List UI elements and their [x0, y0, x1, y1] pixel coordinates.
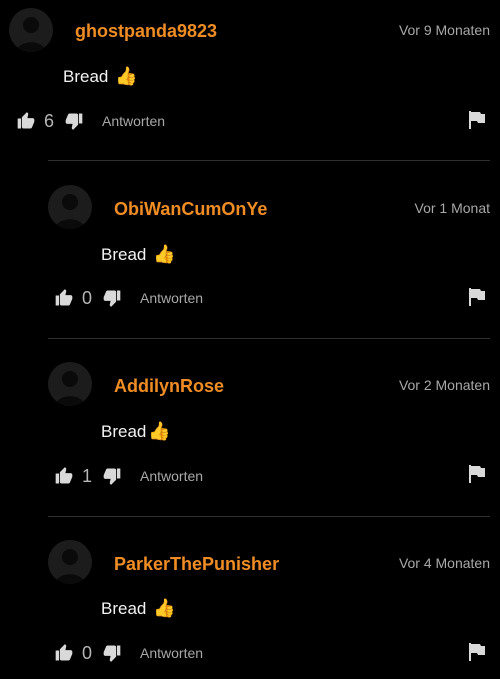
timestamp: Vor 2 Monaten: [398, 377, 490, 393]
like-button[interactable]: [54, 288, 74, 308]
like-count: 6: [44, 110, 55, 131]
report-button[interactable]: [468, 642, 486, 667]
reply-comment: ObiWanCumOnYe Vor 1 Monat Bread 👍 0 Antw…: [0, 178, 500, 338]
reply-button[interactable]: Antworten: [140, 645, 203, 661]
reply-button[interactable]: Antworten: [102, 113, 165, 129]
username[interactable]: ObiWanCumOnYe: [114, 199, 267, 220]
comment-text: Bread 👍: [101, 421, 171, 442]
user-silhouette-icon: [55, 194, 85, 229]
divider: [48, 516, 490, 517]
like-count: 0: [82, 287, 93, 308]
divider: [48, 160, 490, 161]
like-count: 1: [82, 465, 93, 486]
user-silhouette-icon: [55, 371, 85, 406]
thumbs-up-icon: [55, 467, 73, 484]
username[interactable]: ghostpanda9823: [75, 21, 217, 42]
report-button[interactable]: [468, 287, 486, 312]
dislike-button[interactable]: [102, 288, 122, 308]
report-button[interactable]: [468, 110, 486, 135]
reply-comment: ParkerThePunisher Vor 4 Monaten Bread 👍 …: [0, 533, 500, 679]
avatar[interactable]: [48, 540, 92, 584]
thumbs-down-icon: [65, 113, 83, 130]
reply-button[interactable]: Antworten: [140, 468, 203, 484]
user-silhouette-icon: [16, 17, 46, 52]
username[interactable]: ParkerThePunisher: [114, 554, 279, 575]
like-button[interactable]: [54, 643, 74, 663]
like-button[interactable]: [16, 111, 36, 131]
avatar[interactable]: [9, 8, 53, 52]
dislike-button[interactable]: [64, 111, 84, 131]
thumbs-up-emoji: 👍: [115, 66, 138, 87]
flag-icon: [469, 111, 485, 129]
comment: ghostpanda9823 Vor 9 Monaten Bread 👍 6 A…: [0, 0, 500, 160]
username[interactable]: AddilynRose: [114, 376, 224, 397]
like-button[interactable]: [54, 466, 74, 486]
comment-actions: 0 Antworten: [54, 641, 203, 665]
thumbs-up-icon: [55, 289, 73, 306]
timestamp: Vor 1 Monat: [414, 200, 491, 216]
timestamp: Vor 9 Monaten: [398, 22, 490, 38]
like-count: 0: [82, 642, 93, 663]
divider: [48, 338, 490, 339]
thumbs-up-emoji: 👍: [148, 421, 171, 442]
report-button[interactable]: [468, 464, 486, 489]
thumbs-up-emoji: 👍: [153, 598, 176, 619]
comment-text-content: Bread: [63, 67, 114, 86]
thumbs-up-icon: [17, 112, 35, 129]
thumbs-down-icon: [103, 645, 121, 662]
reply-button[interactable]: Antworten: [140, 290, 203, 306]
flag-icon: [469, 465, 485, 483]
comment-text-content: Bread: [101, 599, 152, 618]
comment-text-content: Bread: [101, 245, 152, 264]
avatar[interactable]: [48, 185, 92, 229]
dislike-button[interactable]: [102, 643, 122, 663]
comment-actions: 1 Antworten: [54, 464, 203, 488]
thumbs-down-icon: [103, 290, 121, 307]
comment-text: Bread 👍: [101, 598, 176, 619]
comment-text-content: Bread: [101, 422, 147, 441]
thumbs-up-emoji: 👍: [153, 244, 176, 265]
thumbs-up-icon: [55, 644, 73, 661]
timestamp: Vor 4 Monaten: [398, 555, 490, 571]
comment-actions: 6 Antworten: [16, 109, 165, 133]
comment-text: Bread 👍: [101, 244, 176, 265]
comment-text: Bread 👍: [63, 66, 138, 87]
reply-comment: AddilynRose Vor 2 Monaten Bread 👍 1 Antwo…: [0, 355, 500, 515]
avatar[interactable]: [48, 362, 92, 406]
dislike-button[interactable]: [102, 466, 122, 486]
comment-actions: 0 Antworten: [54, 286, 203, 310]
user-silhouette-icon: [55, 549, 85, 584]
flag-icon: [469, 643, 485, 661]
thumbs-down-icon: [103, 468, 121, 485]
flag-icon: [469, 288, 485, 306]
